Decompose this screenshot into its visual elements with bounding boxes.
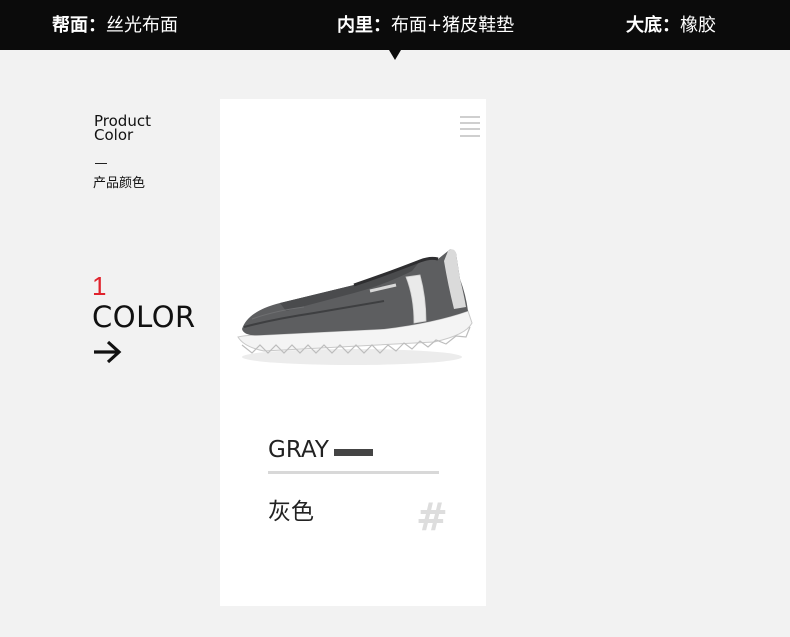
color-swatch bbox=[334, 449, 373, 456]
spec-upper: 帮面：丝光布面 bbox=[52, 0, 178, 50]
section-title-en: Product Color bbox=[94, 114, 151, 144]
spec-sole: 大底：橡胶 bbox=[626, 0, 716, 50]
section-dash bbox=[95, 163, 107, 164]
pointer-triangle-icon bbox=[389, 50, 401, 60]
shoe-image bbox=[237, 249, 473, 365]
color-name-en: GRAY bbox=[268, 437, 329, 463]
arrow-right-icon bbox=[94, 340, 122, 364]
section-title-en-line2: Color bbox=[94, 126, 134, 144]
spec-bar: 帮面：丝光布面 内里：布面+猪皮鞋垫 大底：橡胶 bbox=[0, 0, 790, 50]
spec-upper-key: 帮面： bbox=[52, 15, 106, 36]
spec-sole-value: 橡胶 bbox=[680, 15, 716, 36]
menu-lines-icon bbox=[460, 116, 480, 137]
hash-mark: # bbox=[416, 495, 448, 539]
product-card: GRAY 灰色 # bbox=[220, 99, 486, 606]
spec-sole-key: 大底： bbox=[626, 15, 680, 36]
color-name-zh: 灰色 bbox=[268, 499, 314, 525]
divider bbox=[268, 471, 439, 474]
spec-upper-value: 丝光布面 bbox=[106, 15, 178, 36]
color-count-label: COLOR bbox=[92, 300, 196, 334]
spec-lining-value: 布面+猪皮鞋垫 bbox=[391, 15, 515, 36]
color-count-number: 1 bbox=[92, 271, 107, 301]
section-title-zh: 产品颜色 bbox=[93, 176, 146, 191]
spec-lining: 内里：布面+猪皮鞋垫 bbox=[337, 0, 514, 50]
spec-lining-key: 内里： bbox=[337, 15, 391, 36]
